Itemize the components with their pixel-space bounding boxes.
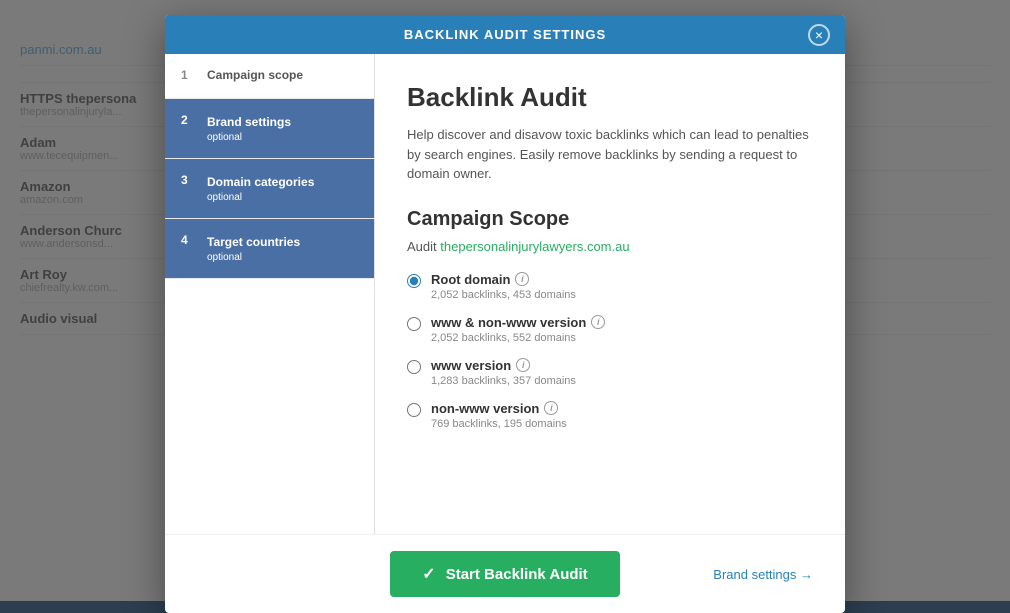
radio-stats-root: 2,052 backlinks, 453 domains (431, 289, 576, 301)
step-number: 4 (181, 233, 197, 247)
checkmark-icon: ✓ (422, 564, 435, 584)
radio-label-www-nonwww: www & non-www version i (431, 315, 605, 330)
step-optional-label: optional (207, 251, 300, 264)
sidebar-item-label: Campaign scope (207, 68, 303, 84)
radio-group: Root domain i 2,052 backlinks, 453 domai… (407, 272, 813, 515)
info-icon[interactable]: i (544, 401, 558, 415)
sidebar-item-label: Domain categoriesoptional (207, 175, 314, 204)
step-optional-label: optional (207, 131, 291, 144)
radio-input-www-nonwww[interactable] (407, 317, 421, 331)
sidebar-item-campaign-scope[interactable]: 1 Campaign scope (165, 54, 374, 99)
brand-settings-link[interactable]: Brand settings → (713, 567, 813, 582)
content-title: Backlink Audit (407, 82, 813, 113)
radio-label-www: www version i (431, 358, 576, 373)
modal-body: 1 Campaign scope 2 Brand settingsoptiona… (165, 54, 845, 534)
audit-domain-link[interactable]: thepersonalinjurylawyers.com.au (440, 239, 629, 254)
modal-header: BACKLINK AUDIT SETTINGS × (165, 15, 845, 54)
radio-option-nonwww[interactable]: non-www version i 769 backlinks, 195 dom… (407, 401, 813, 430)
radio-input-root[interactable] (407, 274, 421, 288)
content-description: Help discover and disavow toxic backlink… (407, 125, 813, 184)
radio-stats-www-nonwww: 2,052 backlinks, 552 domains (431, 332, 605, 344)
radio-option-root[interactable]: Root domain i 2,052 backlinks, 453 domai… (407, 272, 813, 301)
modal-title: BACKLINK AUDIT SETTINGS (404, 27, 606, 42)
start-button-label: Start Backlink Audit (446, 566, 588, 583)
sidebar-item-target-countries[interactable]: 4 Target countriesoptional (165, 219, 374, 279)
section-title: Campaign Scope (407, 208, 813, 231)
modal-overlay: BACKLINK AUDIT SETTINGS × 1 Campaign sco… (0, 0, 1010, 601)
modal-footer: ✓ Start Backlink Audit Brand settings → (165, 534, 845, 613)
modal: BACKLINK AUDIT SETTINGS × 1 Campaign sco… (165, 15, 845, 613)
radio-input-www[interactable] (407, 360, 421, 374)
step-number: 1 (181, 68, 197, 82)
step-number: 3 (181, 173, 197, 187)
radio-option-www-nonwww[interactable]: www & non-www version i 2,052 backlinks,… (407, 315, 813, 344)
radio-label-root: Root domain i (431, 272, 576, 287)
radio-option-www[interactable]: www version i 1,283 backlinks, 357 domai… (407, 358, 813, 387)
audit-domain-row: Audit thepersonalinjurylawyers.com.au (407, 239, 813, 254)
sidebar-item-domain-categories[interactable]: 3 Domain categoriesoptional (165, 159, 374, 219)
modal-sidebar: 1 Campaign scope 2 Brand settingsoptiona… (165, 54, 375, 534)
step-number: 2 (181, 113, 197, 127)
radio-stats-www: 1,283 backlinks, 357 domains (431, 375, 576, 387)
close-button[interactable]: × (808, 24, 830, 46)
info-icon[interactable]: i (515, 272, 529, 286)
step-optional-label: optional (207, 191, 314, 204)
radio-input-nonwww[interactable] (407, 403, 421, 417)
modal-main-content: Backlink Audit Help discover and disavow… (375, 54, 845, 534)
info-icon[interactable]: i (516, 358, 530, 372)
start-audit-button[interactable]: ✓ Start Backlink Audit (390, 551, 619, 597)
sidebar-item-label: Target countriesoptional (207, 235, 300, 264)
radio-label-nonwww: non-www version i (431, 401, 567, 416)
sidebar-item-label: Brand settingsoptional (207, 115, 291, 144)
radio-stats-nonwww: 769 backlinks, 195 domains (431, 418, 567, 430)
info-icon[interactable]: i (591, 315, 605, 329)
sidebar-item-brand-settings[interactable]: 2 Brand settingsoptional (165, 99, 374, 159)
audit-label: Audit (407, 239, 437, 254)
